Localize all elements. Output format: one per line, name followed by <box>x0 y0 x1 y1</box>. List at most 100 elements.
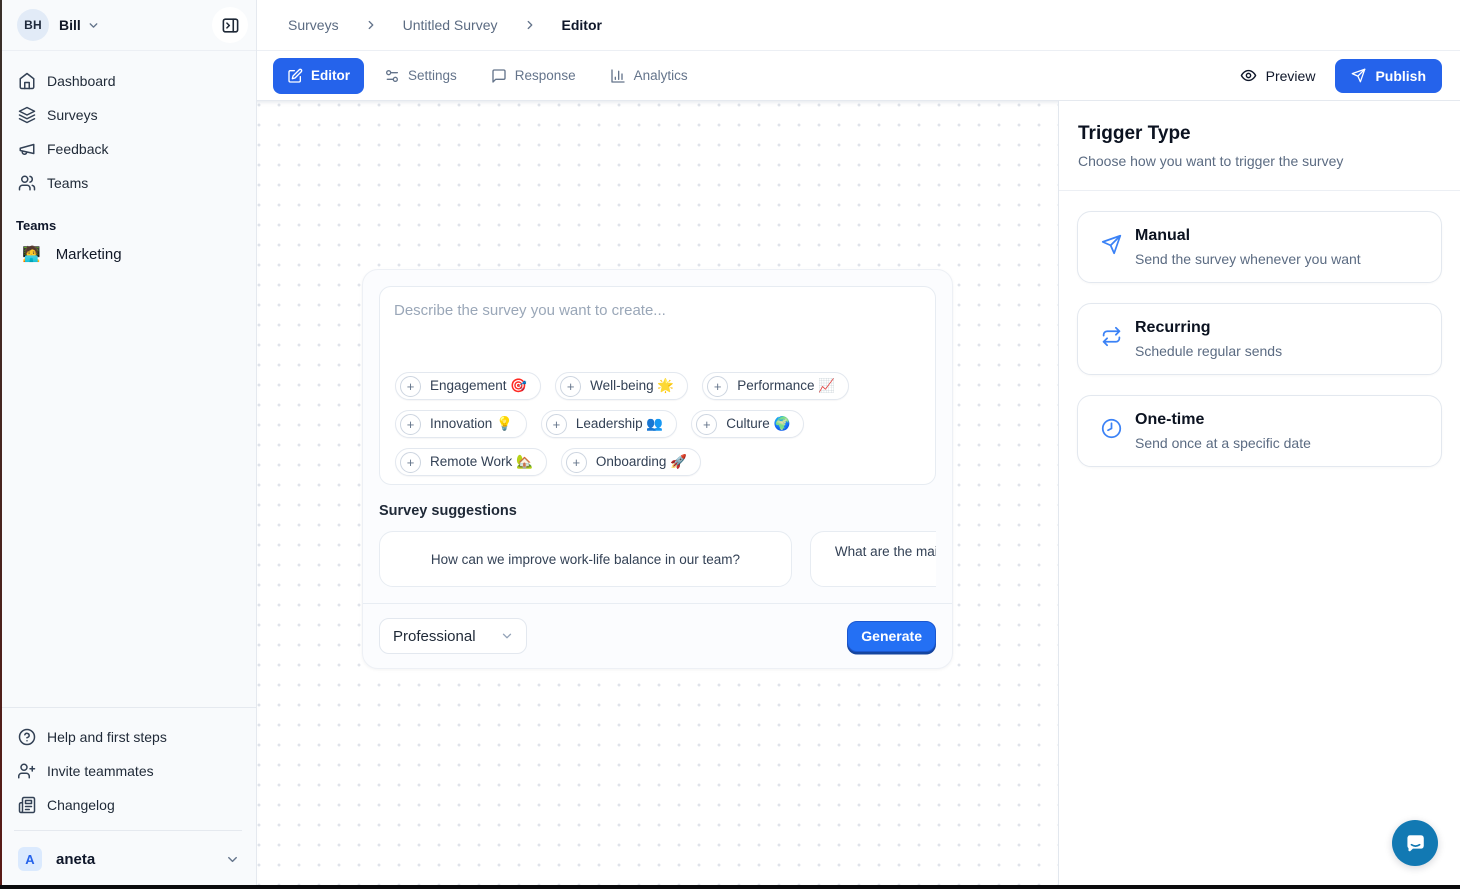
topic-chip-engagement[interactable]: + Engagement 🎯 <box>395 372 541 400</box>
sidebar-item-marketing-team[interactable]: 🧑‍💻 Marketing <box>16 233 240 263</box>
survey-canvas[interactable]: + Engagement 🎯 + Well-being 🌟 + Performa… <box>257 101 1058 889</box>
topic-chip-well-being[interactable]: + Well-being 🌟 <box>555 372 688 400</box>
sidebar-item-invite-teammates[interactable]: Invite teammates <box>8 754 248 788</box>
trigger-option-text: Recurring Schedule regular sends <box>1135 319 1282 359</box>
trigger-option-description: Send once at a specific date <box>1135 435 1311 451</box>
breadcrumb-surveys[interactable]: Surveys <box>288 17 339 33</box>
breadcrumb-editor: Editor <box>562 17 602 33</box>
sidebar-item-help[interactable]: Help and first steps <box>8 720 248 754</box>
preview-label: Preview <box>1266 68 1316 84</box>
divider <box>14 830 242 831</box>
chip-label: Onboarding 🚀 <box>596 454 687 470</box>
chat-launcher-button[interactable] <box>1392 820 1438 866</box>
teams-section: Teams 🧑‍💻 Marketing <box>0 204 256 263</box>
sidebar-item-label: Changelog <box>47 797 115 813</box>
tone-selected-value: Professional <box>393 628 476 645</box>
editor-toolbar: Editor Settings Response <box>257 51 1460 101</box>
topic-chip-innovation[interactable]: + Innovation 💡 <box>395 410 527 438</box>
team-name: Marketing <box>56 246 122 263</box>
sidebar-item-label: Invite teammates <box>47 763 154 779</box>
sidebar: BH Bill Dashboard Surv <box>0 0 257 889</box>
suggestion-card[interactable]: What are the main obstacles you face in … <box>810 531 936 587</box>
tab-editor[interactable]: Editor <box>273 58 364 94</box>
chip-label: Well-being 🌟 <box>590 378 674 394</box>
sliders-icon <box>384 68 400 84</box>
trigger-option-title: One-time <box>1135 411 1311 429</box>
toolbar-actions: Preview Publish <box>1240 59 1442 93</box>
sidebar-item-surveys[interactable]: Surveys <box>8 98 248 132</box>
trigger-option-description: Schedule regular sends <box>1135 343 1282 359</box>
sidebar-nav: Dashboard Surveys Feedback Teams <box>0 51 256 204</box>
preview-button[interactable]: Preview <box>1240 67 1316 84</box>
app-window: BH Bill Dashboard Surv <box>0 0 1460 889</box>
survey-description-input[interactable] <box>380 287 935 353</box>
chip-label: Engagement 🎯 <box>430 378 527 394</box>
workspace-avatar[interactable]: BH <box>17 9 49 41</box>
sidebar-item-label: Teams <box>47 175 88 191</box>
chevron-down-icon <box>87 19 100 32</box>
sidebar-item-label: Surveys <box>47 107 98 123</box>
trigger-option-title: Manual <box>1135 227 1361 245</box>
survey-suggestions-row: How can we improve work-life balance in … <box>379 531 936 587</box>
message-square-icon <box>491 68 507 84</box>
workspace-name[interactable]: Bill <box>59 17 81 33</box>
chevron-down-icon <box>500 629 514 643</box>
sidebar-item-dashboard[interactable]: Dashboard <box>8 64 248 98</box>
trigger-type-panel: Trigger Type Choose how you want to trig… <box>1058 101 1460 889</box>
repeat-icon <box>1101 326 1122 359</box>
sidebar-item-label: Help and first steps <box>47 729 167 745</box>
home-icon <box>18 72 36 90</box>
bar-chart-icon <box>610 68 626 84</box>
suggestion-card[interactable]: How can we improve work-life balance in … <box>379 531 792 587</box>
sidebar-item-label: Feedback <box>47 141 108 157</box>
tab-settings[interactable]: Settings <box>370 58 471 94</box>
plus-icon: + <box>707 376 728 397</box>
sidebar-item-changelog[interactable]: Changelog <box>8 788 248 822</box>
survey-suggestions-label: Survey suggestions <box>379 503 936 519</box>
send-icon <box>1101 234 1122 267</box>
screen-edge-bottom <box>0 885 1460 889</box>
sidebar-item-feedback[interactable]: Feedback <box>8 132 248 166</box>
plus-icon: + <box>400 414 421 435</box>
plus-icon: + <box>560 376 581 397</box>
eye-icon <box>1240 67 1257 84</box>
publish-button[interactable]: Publish <box>1335 59 1442 93</box>
tone-select[interactable]: Professional <box>379 618 527 654</box>
users-icon <box>18 174 36 192</box>
sidebar-item-label: Dashboard <box>47 73 116 89</box>
chip-label: Culture 🌍 <box>726 416 790 432</box>
trigger-option-text: Manual Send the survey whenever you want <box>1135 227 1361 267</box>
tab-response[interactable]: Response <box>477 58 590 94</box>
plus-icon: + <box>566 452 587 473</box>
screen-edge-left <box>0 0 2 889</box>
topic-chip-leadership[interactable]: + Leadership 👥 <box>541 410 677 438</box>
topic-chip-culture[interactable]: + Culture 🌍 <box>691 410 804 438</box>
user-plus-icon <box>18 762 36 780</box>
topic-chip-remote-work[interactable]: + Remote Work 🏡 <box>395 448 547 476</box>
sidebar-item-teams[interactable]: Teams <box>8 166 248 200</box>
sidebar-collapse-button[interactable] <box>212 7 248 43</box>
topic-chip-performance[interactable]: + Performance 📈 <box>702 372 849 400</box>
chevron-down-icon <box>225 852 240 867</box>
plus-icon: + <box>400 376 421 397</box>
clock-icon <box>1101 418 1122 451</box>
help-circle-icon <box>18 728 36 746</box>
breadcrumb-untitled-survey[interactable]: Untitled Survey <box>403 17 498 33</box>
topic-chip-onboarding[interactable]: + Onboarding 🚀 <box>561 448 701 476</box>
trigger-option-recurring[interactable]: Recurring Schedule regular sends <box>1077 303 1442 375</box>
trigger-option-one-time[interactable]: One-time Send once at a specific date <box>1077 395 1442 467</box>
trigger-option-description: Send the survey whenever you want <box>1135 251 1361 267</box>
tab-analytics[interactable]: Analytics <box>596 58 702 94</box>
generate-button[interactable]: Generate <box>847 621 936 652</box>
panel-subtitle: Choose how you want to trigger the surve… <box>1078 153 1440 169</box>
ai-survey-generator-card: + Engagement 🎯 + Well-being 🌟 + Performa… <box>362 269 953 669</box>
publish-label: Publish <box>1375 68 1426 84</box>
newspaper-icon <box>18 796 36 814</box>
tab-label: Analytics <box>634 68 688 83</box>
account-menu[interactable]: A aneta <box>8 839 248 879</box>
sidebar-footer: Help and first steps Invite teammates Ch… <box>0 707 256 889</box>
layers-icon <box>18 106 36 124</box>
panel-title: Trigger Type <box>1078 123 1440 145</box>
edit-pencil-icon <box>287 68 303 84</box>
trigger-option-manual[interactable]: Manual Send the survey whenever you want <box>1077 211 1442 283</box>
